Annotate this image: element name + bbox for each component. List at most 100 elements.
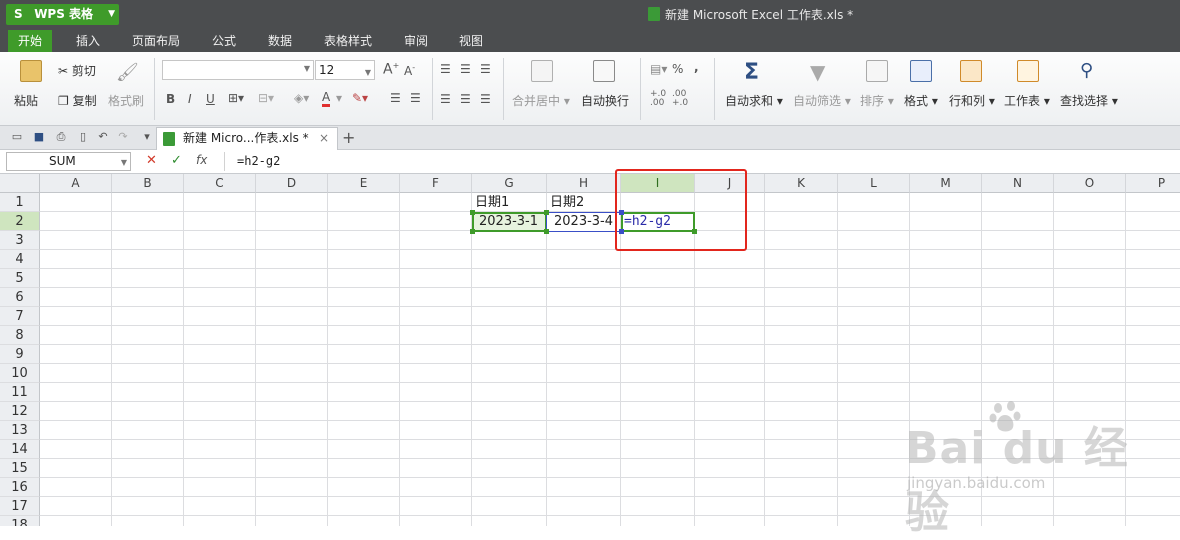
tab-formulas[interactable]: 公式 [202,30,246,52]
row-header-18[interactable]: 18 [0,516,40,526]
column-header-m[interactable]: M [910,174,982,193]
bold-button[interactable]: B [166,92,175,106]
chevron-down-icon[interactable]: ▾ [336,91,342,105]
open-icon[interactable]: ▭ [10,130,24,144]
paste-icon[interactable] [20,60,42,82]
merge-center-button[interactable]: 合并居中 ▾ [512,92,570,109]
column-header-c[interactable]: C [184,174,256,193]
row-header-9[interactable]: 9 [0,345,40,364]
row-header-6[interactable]: 6 [0,288,40,307]
cell-h1[interactable]: 日期2 [550,193,621,212]
tab-review[interactable]: 审阅 [394,30,438,52]
font-name-select[interactable]: ▼ [162,60,314,80]
paste-button[interactable]: 粘贴 [14,92,38,109]
chevron-down-icon[interactable]: ▾ [140,130,154,144]
tab-table-style[interactable]: 表格样式 [314,30,382,52]
tab-page-layout[interactable]: 页面布局 [122,30,190,52]
save-icon[interactable]: ■ [32,130,46,144]
undo-icon[interactable]: ↶ [96,130,110,144]
cell-g1[interactable]: 日期1 [475,193,547,212]
align-bottom-icon[interactable]: ☰ [480,62,491,76]
font-size-select[interactable]: 12 ▼ [315,60,375,80]
format-button[interactable]: 格式 ▾ [904,92,938,109]
name-box[interactable]: SUM ▼ [6,152,131,171]
decrease-font-icon[interactable]: A- [404,63,415,78]
cancel-icon[interactable]: ✕ [146,153,157,168]
column-header-k[interactable]: K [765,174,838,193]
align-middle-icon[interactable]: ☰ [460,62,471,76]
row-header-14[interactable]: 14 [0,440,40,459]
font-color-icon[interactable]: A [322,90,331,107]
autofilter-button[interactable]: 自动筛选 ▾ [793,92,851,109]
row-header-4[interactable]: 4 [0,250,40,269]
column-header-l[interactable]: L [838,174,910,193]
worksheet-button[interactable]: 工作表 ▾ [1004,92,1050,109]
sigma-icon[interactable]: Σ [744,60,759,85]
column-header-d[interactable]: D [256,174,328,193]
format-icon[interactable] [910,60,932,82]
row-header-11[interactable]: 11 [0,383,40,402]
row-header-13[interactable]: 13 [0,421,40,440]
column-header-f[interactable]: F [400,174,472,193]
tab-home[interactable]: 开始 [8,30,53,52]
column-header-o[interactable]: O [1054,174,1126,193]
indent-increase-icon[interactable]: ☰ [410,91,421,105]
align-left-icon[interactable]: ☰ [440,92,451,106]
insert-function-icon[interactable]: fx [196,153,207,167]
sort-button[interactable]: 排序 ▾ [860,92,894,109]
print-icon[interactable]: ⎙ [54,130,68,144]
row-header-15[interactable]: 15 [0,459,40,478]
row-header-7[interactable]: 7 [0,307,40,326]
row-header-16[interactable]: 16 [0,478,40,497]
rows-cols-icon[interactable] [960,60,982,82]
currency-icon[interactable]: ▤▾ [650,62,667,76]
increase-font-icon[interactable]: A+ [383,61,399,78]
row-header-8[interactable]: 8 [0,326,40,345]
merge-center-icon[interactable] [531,60,553,82]
indent-decrease-icon[interactable]: ☰ [390,91,401,105]
selection-handle[interactable] [544,210,549,215]
selection-handle[interactable] [544,229,549,234]
find-select-button[interactable]: 查找选择 ▾ [1060,92,1118,109]
tab-view[interactable]: 视图 [449,30,493,52]
select-all-corner[interactable] [0,174,40,193]
app-menu-button[interactable]: S WPS 表格 ▼ [6,4,119,25]
align-center-icon[interactable]: ☰ [460,92,471,106]
comma-button[interactable]: , [694,60,699,74]
row-header-12[interactable]: 12 [0,402,40,421]
filter-icon[interactable]: ▼ [810,60,825,84]
cut-button[interactable]: ✂ 剪切 [58,62,96,79]
column-header-h[interactable]: H [547,174,621,193]
column-header-n[interactable]: N [982,174,1054,193]
underline-button[interactable]: U [206,92,215,106]
increase-decimal-icon[interactable]: +.0.00 [650,90,666,108]
confirm-icon[interactable]: ✓ [171,153,182,168]
column-header-g[interactable]: G [472,174,547,193]
wrap-text-icon[interactable] [593,60,615,82]
format-painter-button[interactable]: 格式刷 [108,92,144,109]
clear-format-icon[interactable]: ✎▾ [352,91,368,105]
selection-handle[interactable] [470,210,475,215]
row-header-10[interactable]: 10 [0,364,40,383]
fill-color-icon[interactable]: ◈▾ [294,91,309,105]
column-header-p[interactable]: P [1126,174,1180,193]
row-header-5[interactable]: 5 [0,269,40,288]
row-header-17[interactable]: 17 [0,497,40,516]
sort-icon[interactable] [866,60,888,82]
row-header-1[interactable]: 1 [0,193,40,212]
column-header-b[interactable]: B [112,174,184,193]
document-tab[interactable]: 新建 Micro...作表.xls * × [156,127,338,150]
selection-handle[interactable] [470,229,475,234]
format-painter-icon[interactable]: 🖌 [116,62,139,83]
wrap-text-button[interactable]: 自动换行 [581,92,629,109]
new-tab-button[interactable]: + [342,128,355,147]
autosum-button[interactable]: 自动求和 ▾ [725,92,783,109]
decrease-decimal-icon[interactable]: .00 +.0 [672,90,688,108]
close-icon[interactable]: × [319,128,329,149]
italic-button[interactable]: I [188,92,192,106]
binoculars-icon[interactable]: ⚲ [1080,60,1093,81]
rows-cols-button[interactable]: 行和列 ▾ [949,92,995,109]
worksheet-icon[interactable] [1017,60,1039,82]
tab-data[interactable]: 数据 [258,30,302,52]
percent-button[interactable]: % [672,62,683,76]
